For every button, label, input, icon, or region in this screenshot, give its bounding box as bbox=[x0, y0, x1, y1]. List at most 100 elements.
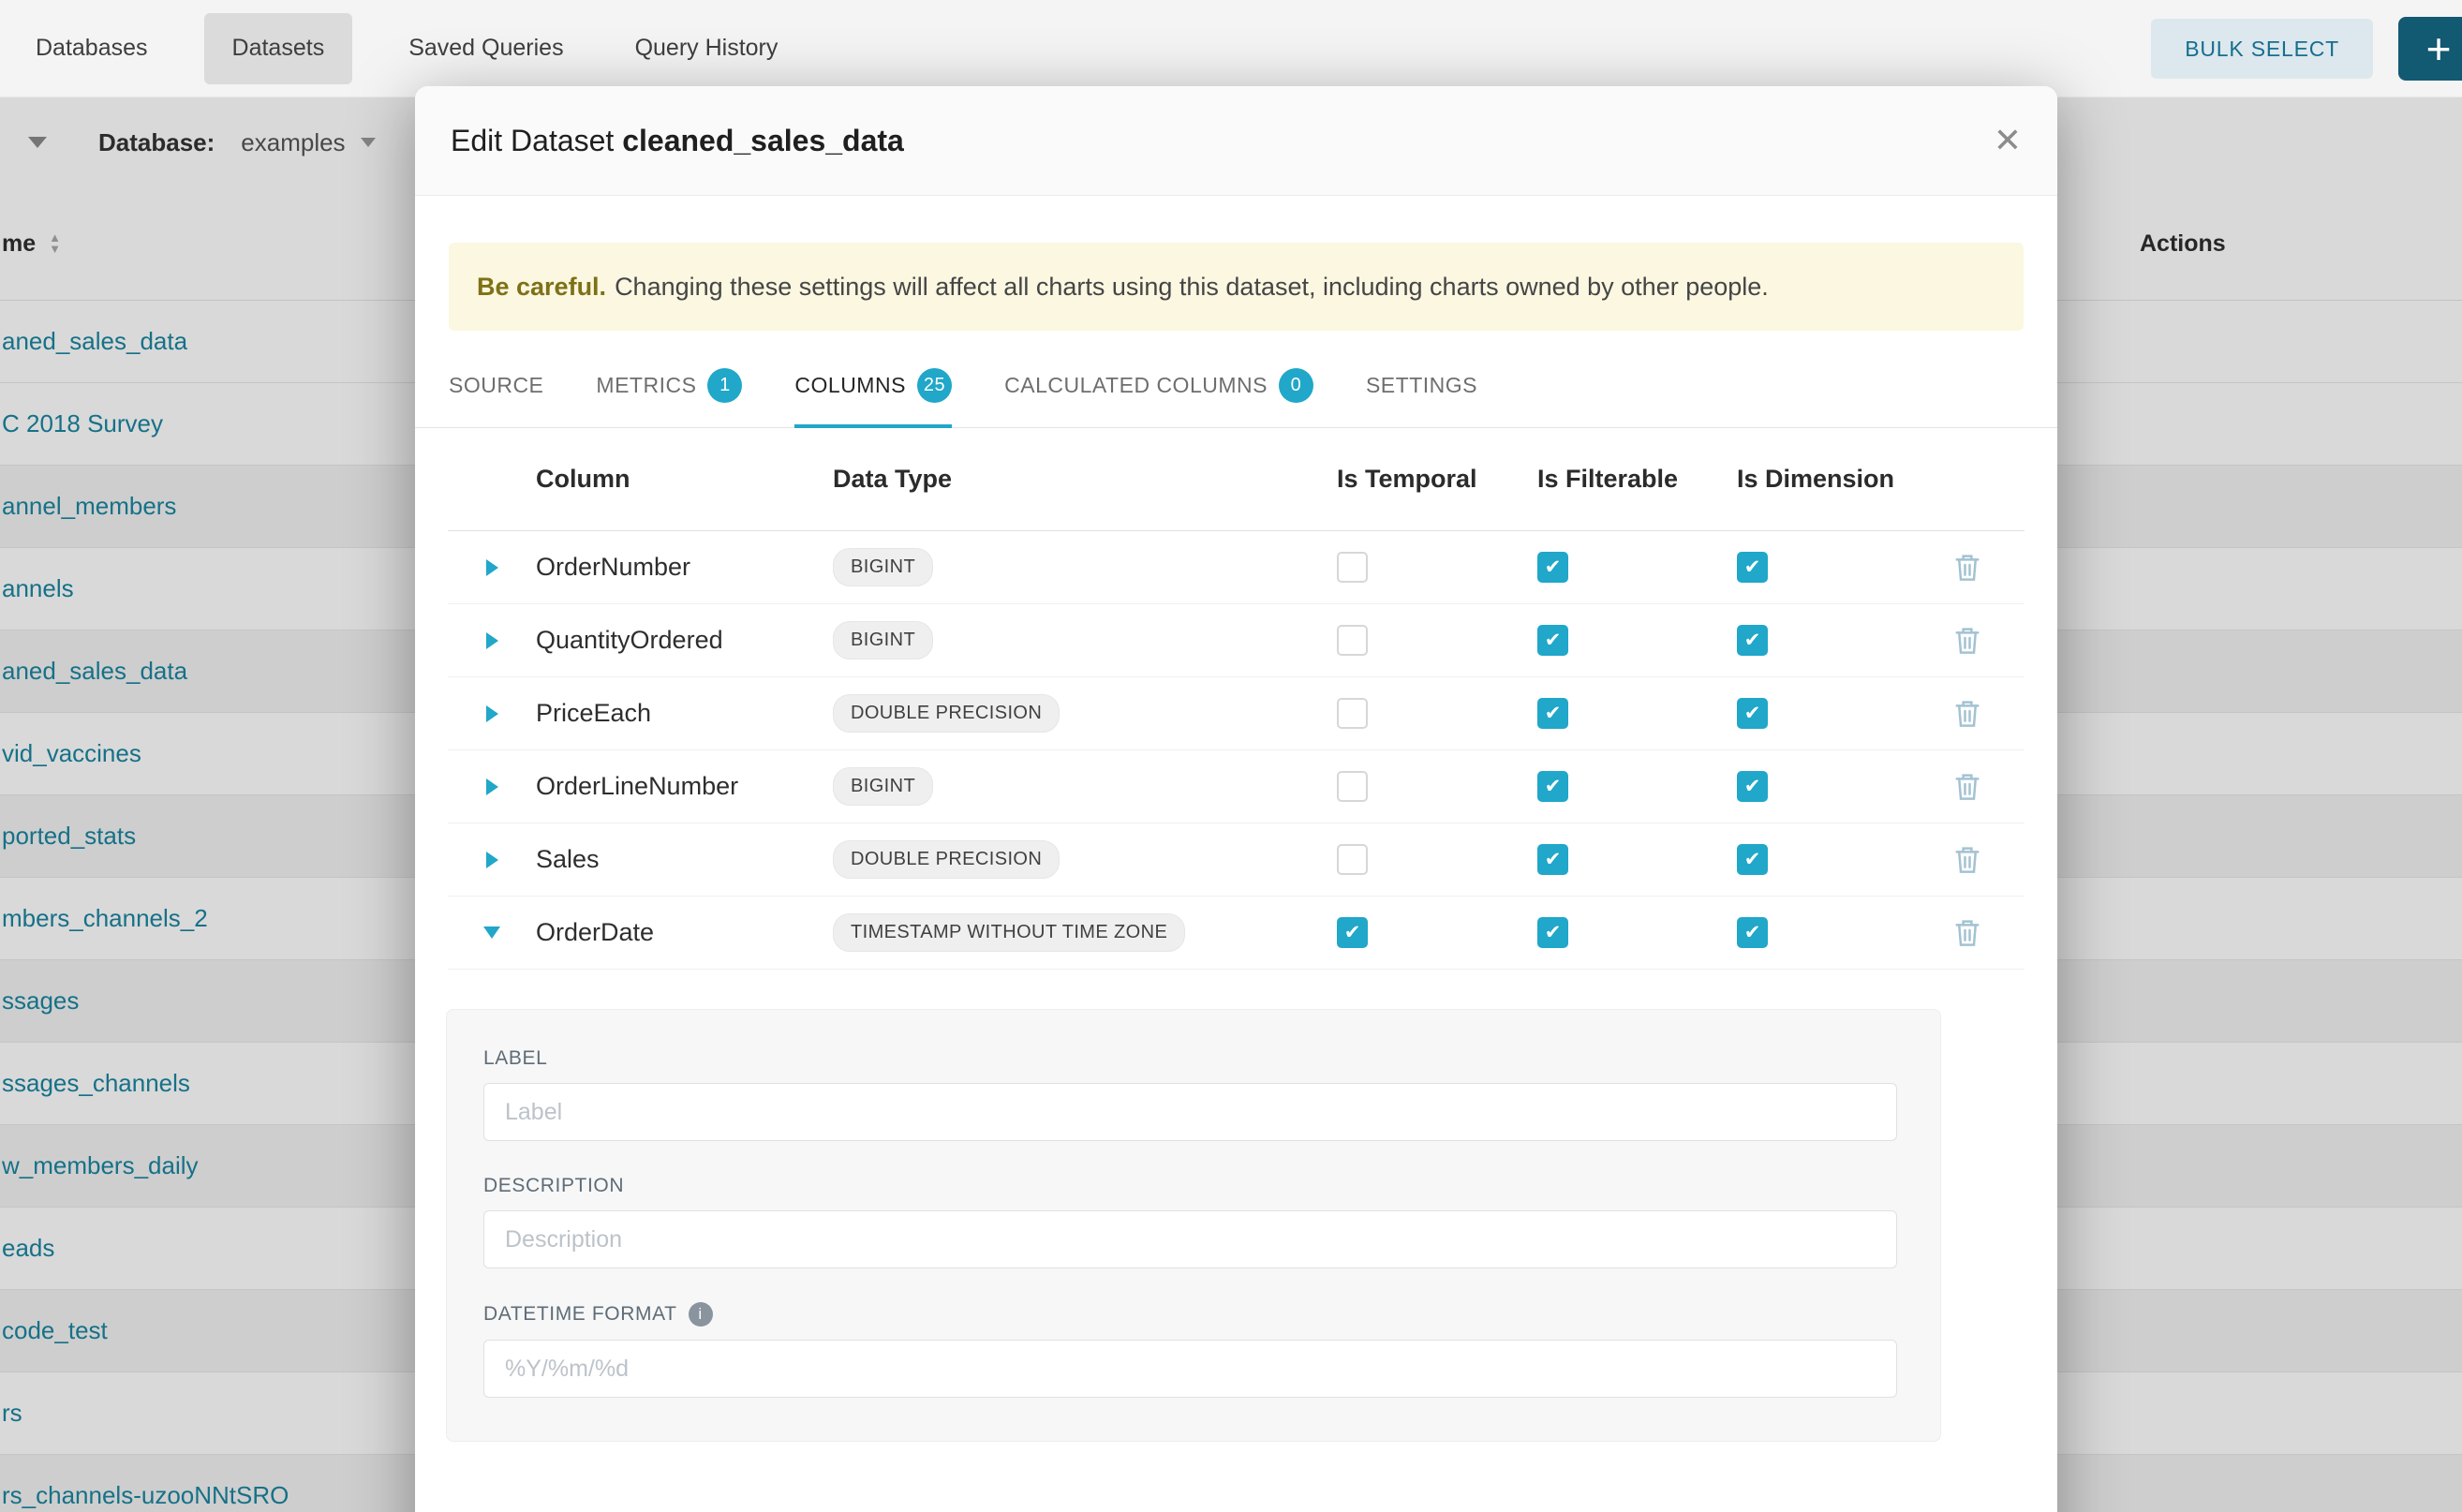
is-dimension-checkbox[interactable] bbox=[1737, 771, 1768, 802]
datetime-format-label-text: DATETIME FORMAT bbox=[483, 1303, 677, 1326]
is-dimension-checkbox[interactable] bbox=[1737, 625, 1768, 656]
modal-tabs: SOURCE METRICS 1 COLUMNS 25 CALCULATED COLUMN… bbox=[415, 368, 2057, 428]
tab-calculated-columns[interactable]: CALCULATED COLUMNS 0 bbox=[1004, 368, 1313, 427]
tab-metrics[interactable]: METRICS 1 bbox=[596, 368, 742, 427]
plus-icon: + bbox=[2426, 27, 2452, 70]
description-field-label: DESCRIPTION bbox=[483, 1175, 1897, 1197]
is-filterable-checkbox[interactable] bbox=[1537, 771, 1568, 802]
is-dimension-checkbox[interactable] bbox=[1737, 917, 1768, 948]
column-row: QuantityOrderedBIGINT bbox=[448, 604, 2024, 677]
is-dimension-checkbox[interactable] bbox=[1737, 552, 1768, 583]
nav-tabs: Databases Datasets Saved Queries Query Hist… bbox=[21, 0, 834, 96]
is-temporal-checkbox[interactable] bbox=[1337, 625, 1368, 656]
trash-icon[interactable] bbox=[1953, 844, 1981, 875]
is-temporal-header: Is Temporal bbox=[1337, 465, 1537, 494]
data-type-pill: DOUBLE PRECISION bbox=[833, 840, 1060, 879]
warning-banner-text: Changing these settings will affect all … bbox=[615, 273, 1769, 302]
tab-source[interactable]: SOURCE bbox=[449, 368, 543, 427]
data-type-pill: BIGINT bbox=[833, 548, 933, 586]
datetime-format-field-label: DATETIME FORMAT bbox=[483, 1302, 1897, 1327]
data-type-pill: BIGINT bbox=[833, 621, 933, 660]
column-detail-panel: LABEL DESCRIPTION DATETIME FORMAT bbox=[446, 1009, 1941, 1442]
nav-actions: BULK SELECT + bbox=[2151, 0, 2462, 97]
close-icon[interactable]: ✕ bbox=[1994, 124, 2022, 157]
is-temporal-checkbox[interactable] bbox=[1337, 844, 1368, 875]
is-temporal-checkbox[interactable] bbox=[1337, 771, 1368, 802]
column-name: OrderDate bbox=[536, 918, 833, 947]
trash-icon[interactable] bbox=[1953, 771, 1981, 802]
nav-item-saved-queries[interactable]: Saved Queries bbox=[393, 13, 578, 84]
description-input[interactable] bbox=[483, 1210, 1897, 1268]
collapse-caret-icon[interactable] bbox=[483, 926, 500, 939]
trash-icon[interactable] bbox=[1953, 917, 1981, 948]
is-filterable-checkbox[interactable] bbox=[1537, 625, 1568, 656]
column-name: OrderNumber bbox=[536, 553, 833, 582]
data-type-pill: DOUBLE PRECISION bbox=[833, 694, 1060, 733]
is-temporal-checkbox[interactable] bbox=[1337, 698, 1368, 729]
column-row: OrderNumberBIGINT bbox=[448, 531, 2024, 604]
tab-columns[interactable]: COLUMNS 25 bbox=[794, 368, 952, 427]
label-field-group: LABEL bbox=[483, 1047, 1897, 1141]
is-dimension-header: Is Dimension bbox=[1737, 465, 1909, 494]
expand-caret-icon[interactable] bbox=[486, 559, 498, 576]
trash-icon[interactable] bbox=[1953, 698, 1981, 729]
tab-count-badge: 0 bbox=[1279, 368, 1313, 403]
edit-dataset-modal: Edit Dataset cleaned_sales_data ✕ Be car… bbox=[415, 86, 2057, 1512]
tab-count-badge: 25 bbox=[917, 368, 952, 403]
nav-item-query-history[interactable]: Query History bbox=[620, 13, 793, 84]
tab-label: SOURCE bbox=[449, 373, 543, 398]
bulk-select-button[interactable]: BULK SELECT bbox=[2151, 19, 2373, 79]
is-dimension-checkbox[interactable] bbox=[1737, 844, 1768, 875]
is-temporal-checkbox[interactable] bbox=[1337, 552, 1368, 583]
column-name: PriceEach bbox=[536, 699, 833, 728]
data-type-pill: BIGINT bbox=[833, 767, 933, 806]
column-header: Column bbox=[536, 465, 833, 494]
is-temporal-checkbox[interactable] bbox=[1337, 917, 1368, 948]
is-dimension-checkbox[interactable] bbox=[1737, 698, 1768, 729]
label-input[interactable] bbox=[483, 1083, 1897, 1141]
is-filterable-checkbox[interactable] bbox=[1537, 844, 1568, 875]
is-filterable-checkbox[interactable] bbox=[1537, 917, 1568, 948]
is-filterable-checkbox[interactable] bbox=[1537, 698, 1568, 729]
datetime-format-field-group: DATETIME FORMAT bbox=[483, 1302, 1897, 1398]
tab-settings[interactable]: SETTINGS bbox=[1366, 368, 1477, 427]
data-type-pill: TIMESTAMP WITHOUT TIME ZONE bbox=[833, 913, 1185, 952]
tab-label: SETTINGS bbox=[1366, 373, 1477, 398]
column-row: OrderDateTIMESTAMP WITHOUT TIME ZONE bbox=[448, 897, 2024, 970]
expand-caret-icon[interactable] bbox=[486, 778, 498, 795]
tab-label: METRICS bbox=[596, 373, 696, 398]
tab-label: CALCULATED COLUMNS bbox=[1004, 373, 1268, 398]
nav-item-databases[interactable]: Databases bbox=[21, 13, 163, 84]
datasets-page: Databases Datasets Saved Queries Query Hist… bbox=[0, 0, 2462, 1512]
expand-caret-icon[interactable] bbox=[486, 632, 498, 649]
tab-label: COLUMNS bbox=[794, 373, 906, 398]
add-dataset-button[interactable]: + bbox=[2398, 17, 2462, 81]
is-filterable-header: Is Filterable bbox=[1537, 465, 1737, 494]
modal-header: Edit Dataset cleaned_sales_data ✕ bbox=[415, 86, 2057, 196]
column-row: SalesDOUBLE PRECISION bbox=[448, 823, 2024, 897]
datetime-format-input[interactable] bbox=[483, 1340, 1897, 1398]
label-field-label: LABEL bbox=[483, 1047, 1897, 1070]
modal-title-dataset-name: cleaned_sales_data bbox=[622, 124, 904, 157]
trash-icon[interactable] bbox=[1953, 625, 1981, 656]
column-name: OrderLineNumber bbox=[536, 772, 833, 801]
column-name: QuantityOrdered bbox=[536, 626, 833, 655]
data-type-header: Data Type bbox=[833, 465, 1337, 494]
columns-table: Column Data Type Is Temporal Is Filterab… bbox=[448, 428, 2024, 970]
top-nav: Databases Datasets Saved Queries Query Hist… bbox=[0, 0, 2462, 97]
is-filterable-checkbox[interactable] bbox=[1537, 552, 1568, 583]
description-field-group: DESCRIPTION bbox=[483, 1175, 1897, 1268]
tab-count-badge: 1 bbox=[707, 368, 742, 403]
expand-caret-icon[interactable] bbox=[486, 852, 498, 868]
warning-banner: Be careful. Changing these settings will… bbox=[449, 243, 2024, 331]
nav-item-datasets[interactable]: Datasets bbox=[204, 13, 353, 84]
columns-table-header: Column Data Type Is Temporal Is Filterab… bbox=[448, 428, 2024, 531]
trash-icon[interactable] bbox=[1953, 552, 1981, 583]
column-row: PriceEachDOUBLE PRECISION bbox=[448, 677, 2024, 750]
warning-banner-bold: Be careful. bbox=[477, 273, 606, 302]
info-icon[interactable] bbox=[689, 1302, 713, 1327]
column-name: Sales bbox=[536, 845, 833, 874]
expand-caret-icon[interactable] bbox=[486, 705, 498, 722]
column-row: OrderLineNumberBIGINT bbox=[448, 750, 2024, 823]
columns-table-body: OrderNumberBIGINT QuantityOrderedBIGINT … bbox=[448, 531, 2024, 970]
